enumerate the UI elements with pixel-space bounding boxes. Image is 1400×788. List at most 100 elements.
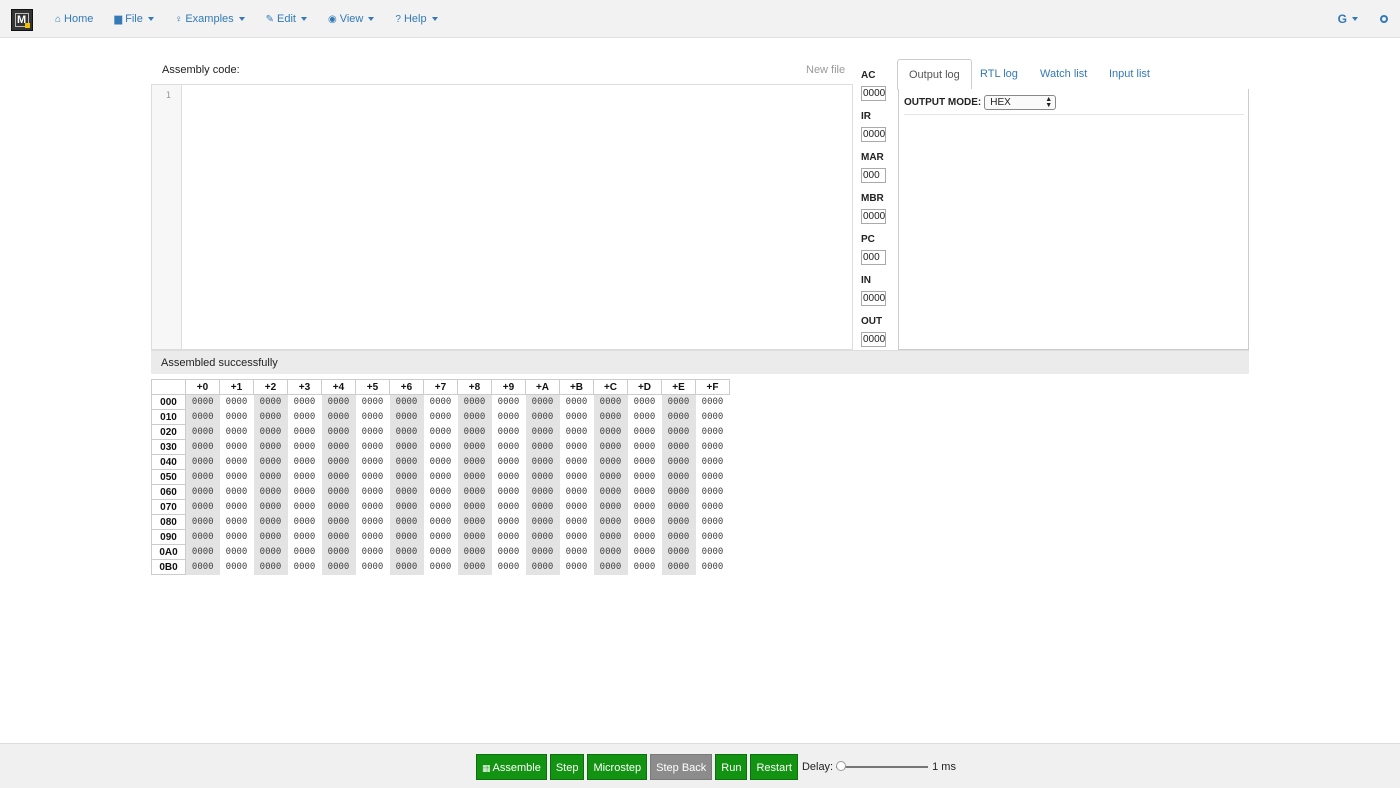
marie-logo-icon[interactable]: M xyxy=(11,9,33,31)
assembly-code-editor[interactable]: 1 xyxy=(151,84,853,350)
memory-cell[interactable]: 0000 xyxy=(287,544,322,560)
memory-cell[interactable]: 0000 xyxy=(389,454,424,470)
memory-cell[interactable]: 0000 xyxy=(559,544,594,560)
memory-cell[interactable]: 0000 xyxy=(525,544,560,560)
memory-cell[interactable]: 0000 xyxy=(593,424,628,440)
memory-cell[interactable]: 0000 xyxy=(287,514,322,530)
memory-cell[interactable]: 0000 xyxy=(695,454,730,470)
memory-cell[interactable]: 0000 xyxy=(355,424,390,440)
memory-cell[interactable]: 0000 xyxy=(321,409,356,425)
memory-cell[interactable]: 0000 xyxy=(423,424,458,440)
memory-cell[interactable]: 0000 xyxy=(457,439,492,455)
memory-cell[interactable]: 0000 xyxy=(355,394,390,410)
memory-cell[interactable]: 0000 xyxy=(321,514,356,530)
memory-cell[interactable]: 0000 xyxy=(321,424,356,440)
memory-cell[interactable]: 0000 xyxy=(219,439,254,455)
memory-cell[interactable]: 0000 xyxy=(457,424,492,440)
memory-cell[interactable]: 0000 xyxy=(457,499,492,515)
memory-cell[interactable]: 0000 xyxy=(355,409,390,425)
memory-cell[interactable]: 0000 xyxy=(627,454,662,470)
memory-cell[interactable]: 0000 xyxy=(661,409,696,425)
tab-rtl-log[interactable]: RTL log xyxy=(980,59,1018,90)
memory-cell[interactable]: 0000 xyxy=(593,499,628,515)
memory-cell[interactable]: 0000 xyxy=(287,424,322,440)
memory-cell[interactable]: 0000 xyxy=(355,484,390,500)
assemble-button[interactable]: ▦ Assemble xyxy=(476,754,547,780)
memory-cell[interactable]: 0000 xyxy=(389,559,424,575)
tab-input-list[interactable]: Input list xyxy=(1109,59,1150,90)
memory-cell[interactable]: 0000 xyxy=(593,394,628,410)
memory-cell[interactable]: 0000 xyxy=(457,394,492,410)
memory-cell[interactable]: 0000 xyxy=(287,454,322,470)
memory-cell[interactable]: 0000 xyxy=(219,454,254,470)
memory-cell[interactable]: 0000 xyxy=(389,514,424,530)
memory-cell[interactable]: 0000 xyxy=(389,394,424,410)
memory-cell[interactable]: 0000 xyxy=(185,424,220,440)
memory-cell[interactable]: 0000 xyxy=(219,394,254,410)
memory-cell[interactable]: 0000 xyxy=(525,424,560,440)
memory-cell[interactable]: 0000 xyxy=(287,439,322,455)
memory-cell[interactable]: 0000 xyxy=(559,424,594,440)
run-button[interactable]: Run xyxy=(715,754,748,780)
memory-cell[interactable]: 0000 xyxy=(389,529,424,545)
memory-cell[interactable]: 0000 xyxy=(695,394,730,410)
memory-cell[interactable]: 0000 xyxy=(287,499,322,515)
step-button[interactable]: Step xyxy=(549,754,585,780)
memory-cell[interactable]: 0000 xyxy=(253,394,288,410)
memory-cell[interactable]: 0000 xyxy=(593,454,628,470)
memory-cell[interactable]: 0000 xyxy=(457,529,492,545)
memory-cell[interactable]: 0000 xyxy=(457,409,492,425)
memory-cell[interactable]: 0000 xyxy=(525,454,560,470)
memory-cell[interactable]: 0000 xyxy=(355,454,390,470)
memory-cell[interactable]: 0000 xyxy=(423,454,458,470)
memory-cell[interactable]: 0000 xyxy=(695,514,730,530)
memory-cell[interactable]: 0000 xyxy=(525,439,560,455)
memory-cell[interactable]: 0000 xyxy=(491,409,526,425)
memory-cell[interactable]: 0000 xyxy=(627,439,662,455)
memory-cell[interactable]: 0000 xyxy=(491,499,526,515)
memory-cell[interactable]: 0000 xyxy=(627,544,662,560)
memory-cell[interactable]: 0000 xyxy=(287,409,322,425)
memory-cell[interactable]: 0000 xyxy=(559,529,594,545)
memory-cell[interactable]: 0000 xyxy=(389,484,424,500)
memory-cell[interactable]: 0000 xyxy=(627,559,662,575)
memory-cell[interactable]: 0000 xyxy=(559,409,594,425)
memory-cell[interactable]: 0000 xyxy=(491,529,526,545)
tab-output-log[interactable]: Output log xyxy=(897,59,972,90)
memory-cell[interactable]: 0000 xyxy=(253,529,288,545)
memory-cell[interactable]: 0000 xyxy=(695,544,730,560)
memory-cell[interactable]: 0000 xyxy=(525,409,560,425)
nav-file[interactable]: ▆ File xyxy=(114,13,154,25)
memory-cell[interactable]: 0000 xyxy=(355,514,390,530)
memory-cell[interactable]: 0000 xyxy=(287,484,322,500)
github-icon[interactable] xyxy=(1380,15,1388,23)
nav-home[interactable]: ⌂ Home xyxy=(55,13,93,25)
memory-cell[interactable]: 0000 xyxy=(695,469,730,485)
memory-cell[interactable]: 0000 xyxy=(253,424,288,440)
memory-cell[interactable]: 0000 xyxy=(253,439,288,455)
memory-cell[interactable]: 0000 xyxy=(695,409,730,425)
memory-cell[interactable]: 0000 xyxy=(219,409,254,425)
step-back-button[interactable]: Step Back xyxy=(650,754,713,780)
memory-cell[interactable]: 0000 xyxy=(321,454,356,470)
memory-cell[interactable]: 0000 xyxy=(627,424,662,440)
restart-button[interactable]: Restart xyxy=(750,754,798,780)
memory-cell[interactable]: 0000 xyxy=(661,469,696,485)
memory-cell[interactable]: 0000 xyxy=(661,484,696,500)
memory-cell[interactable]: 0000 xyxy=(491,394,526,410)
output-mode-select[interactable]: HEX ▲ ▼ xyxy=(984,95,1057,110)
memory-cell[interactable]: 0000 xyxy=(593,514,628,530)
memory-cell[interactable]: 0000 xyxy=(253,454,288,470)
memory-cell[interactable]: 0000 xyxy=(253,469,288,485)
slider-thumb[interactable] xyxy=(836,761,847,771)
memory-cell[interactable]: 0000 xyxy=(525,529,560,545)
memory-cell[interactable]: 0000 xyxy=(185,484,220,500)
memory-cell[interactable]: 0000 xyxy=(661,544,696,560)
memory-cell[interactable]: 0000 xyxy=(185,499,220,515)
memory-cell[interactable]: 0000 xyxy=(491,454,526,470)
memory-cell[interactable]: 0000 xyxy=(525,514,560,530)
memory-cell[interactable]: 0000 xyxy=(457,544,492,560)
memory-cell[interactable]: 0000 xyxy=(491,484,526,500)
memory-cell[interactable]: 0000 xyxy=(695,424,730,440)
delay-slider[interactable] xyxy=(836,761,929,773)
